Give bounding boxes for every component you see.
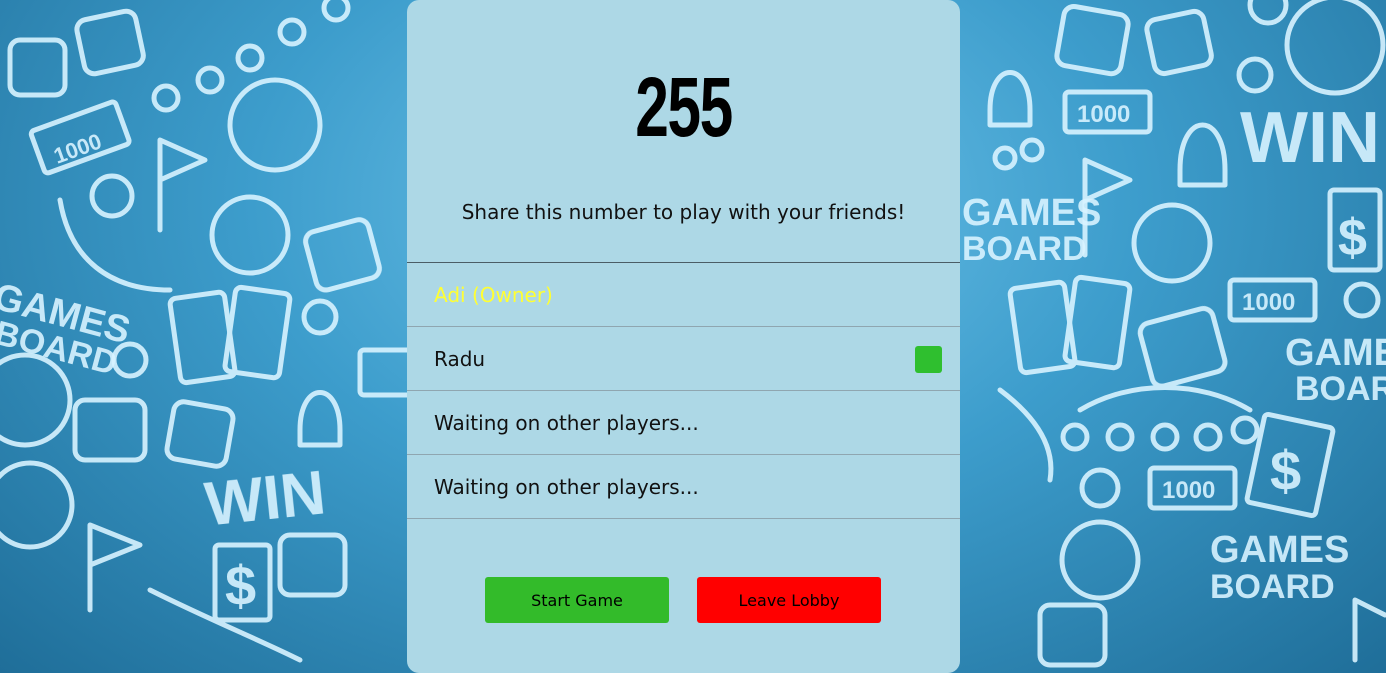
player-name: Adi (Owner) bbox=[434, 283, 553, 307]
player-name: Radu bbox=[434, 347, 486, 371]
decor-1000-text: 1000 bbox=[1162, 477, 1215, 504]
player-slot-2: Radu bbox=[407, 327, 960, 391]
flag-icon bbox=[87, 522, 143, 613]
waiting-placeholder: Waiting on other players... bbox=[434, 411, 699, 435]
dice-icon bbox=[1144, 8, 1214, 77]
decor-board-text: BOARD bbox=[1295, 370, 1386, 408]
start-game-button[interactable]: Start Game bbox=[485, 577, 669, 623]
dice-icon bbox=[1054, 3, 1131, 77]
coin-icon bbox=[1079, 467, 1121, 509]
step-icon bbox=[1105, 422, 1135, 452]
lobby-code: 255 bbox=[635, 60, 733, 154]
pawn-icon bbox=[297, 390, 343, 448]
dice-icon bbox=[277, 532, 348, 598]
flag-icon bbox=[157, 137, 208, 233]
dice-icon bbox=[164, 399, 236, 469]
dice-icon bbox=[7, 37, 68, 98]
waiting-placeholder: Waiting on other players... bbox=[434, 475, 699, 499]
ready-status-indicator bbox=[915, 346, 942, 373]
pawn-icon bbox=[987, 70, 1033, 128]
pawn-icon bbox=[1177, 122, 1228, 188]
clock-icon bbox=[209, 194, 291, 276]
step-icon bbox=[195, 65, 225, 95]
clock-icon bbox=[1059, 519, 1141, 601]
decor-dollar-text: $ bbox=[225, 554, 256, 617]
decor-dollar-text: $ bbox=[1270, 439, 1301, 502]
clock-icon bbox=[1131, 202, 1213, 284]
share-instructions: Share this number to play with your frie… bbox=[461, 200, 906, 224]
player-slot-4: Waiting on other players... bbox=[407, 455, 960, 519]
dice-icon bbox=[72, 397, 148, 463]
decor-games-text: GAMES bbox=[1210, 529, 1349, 571]
step-icon bbox=[1193, 422, 1223, 452]
step-icon bbox=[151, 83, 181, 113]
leave-lobby-button[interactable]: Leave Lobby bbox=[697, 577, 881, 623]
coin-icon bbox=[1247, 0, 1289, 26]
coin-icon bbox=[301, 298, 339, 336]
decor-win-text: WIN bbox=[1240, 98, 1380, 178]
arrow-icon bbox=[1077, 385, 1253, 413]
step-icon bbox=[1019, 137, 1045, 163]
dice-icon bbox=[1137, 306, 1228, 389]
player-slot-owner: Adi (Owner) bbox=[407, 263, 960, 327]
decor-1000-text: 1000 bbox=[1077, 101, 1130, 128]
decor-board-text: BOARD bbox=[1210, 568, 1335, 606]
step-icon bbox=[1060, 422, 1090, 452]
arrow-icon bbox=[997, 387, 1054, 483]
coin-icon bbox=[0, 460, 75, 550]
player-slot-3: Waiting on other players... bbox=[407, 391, 960, 455]
coin-icon bbox=[227, 77, 323, 173]
decor-dollar-text: $ bbox=[1338, 209, 1367, 267]
decor-board-text: BOARD bbox=[962, 230, 1087, 268]
dice-icon bbox=[303, 217, 382, 293]
step-icon bbox=[992, 145, 1018, 171]
coin-icon bbox=[89, 173, 135, 219]
step-icon bbox=[1150, 422, 1180, 452]
flag-icon bbox=[1352, 597, 1386, 663]
dice-icon bbox=[1037, 602, 1108, 668]
player-list: Adi (Owner) Radu Waiting on other player… bbox=[407, 262, 960, 519]
coin-icon bbox=[1236, 56, 1274, 94]
step-icon bbox=[235, 43, 265, 73]
step-icon bbox=[1230, 415, 1260, 445]
dice-icon bbox=[74, 8, 146, 77]
decor-1000-text: 1000 bbox=[1242, 289, 1295, 316]
coin-icon bbox=[1343, 281, 1381, 319]
step-icon bbox=[321, 0, 351, 23]
coin-icon bbox=[1284, 0, 1386, 96]
step-icon bbox=[277, 17, 307, 47]
decor-games-text: GAMES bbox=[962, 192, 1101, 234]
lobby-panel: 255 Share this number to play with your … bbox=[407, 0, 960, 673]
decor-games-text: GAMES bbox=[1285, 332, 1386, 374]
decor-win-text: WIN bbox=[202, 458, 329, 539]
